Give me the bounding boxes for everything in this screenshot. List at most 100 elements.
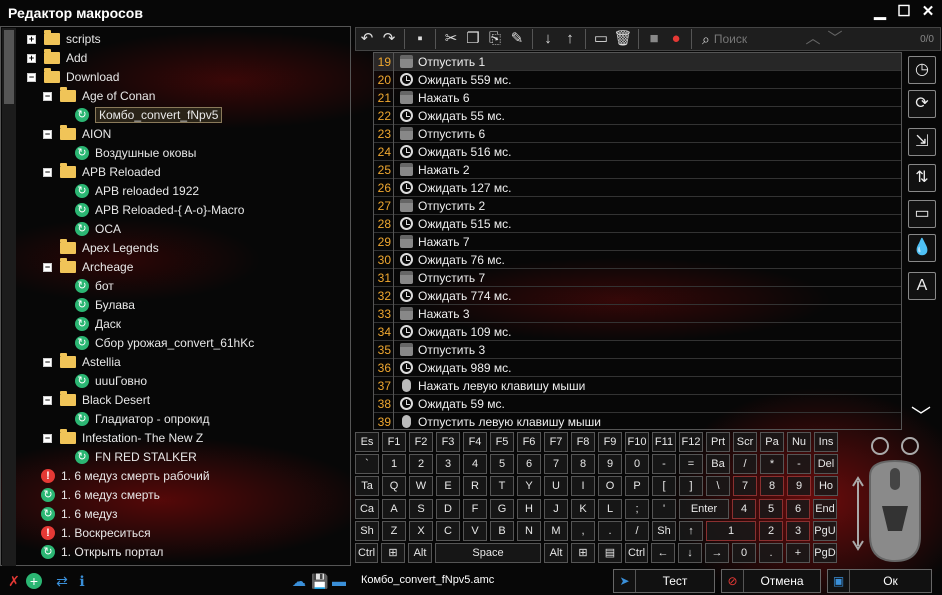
repeat-icon[interactable]: ⇅ [908,164,936,192]
step-row[interactable]: 29 Нажать 7 [374,232,901,251]
search-prev-icon[interactable]: ︿ [802,29,824,49]
key[interactable]: Alt [408,543,432,563]
step-row[interactable]: 38 Ожидать 59 мс. [374,394,901,413]
move-up-icon[interactable]: ↑ [559,29,581,49]
key[interactable]: F2 [409,432,433,452]
paste-icon[interactable]: ⎘ [484,29,506,49]
tree-folder[interactable]: − Black Desert [43,391,150,409]
tree-folder[interactable]: − Age of Conan [43,87,155,105]
key[interactable]: R [463,476,487,496]
key[interactable]: Ca [355,499,379,519]
expand-toggle-icon[interactable]: − [43,167,52,177]
tree-macro[interactable]: ↻ FN RED STALKER [75,448,197,466]
tree-folder[interactable]: − APB Reloaded [43,163,161,181]
key[interactable]: Ta [355,476,379,496]
tree-folder[interactable]: − Astellia [43,353,121,371]
key[interactable]: Del [814,454,838,474]
expand-toggle-icon[interactable]: − [43,262,52,272]
key[interactable]: F3 [436,432,460,452]
key[interactable]: Es [355,432,379,452]
key[interactable]: ⊞ [571,543,595,563]
delete-icon[interactable]: ✗ [6,573,22,589]
key[interactable]: X [409,521,433,541]
key[interactable]: ↓ [678,543,702,563]
key[interactable]: ] [679,476,703,496]
insert-icon[interactable]: ⇲ [908,128,936,156]
key[interactable]: O [598,476,622,496]
tree-macro[interactable]: ! 1. Воскреситься [41,524,151,542]
key[interactable]: . [759,543,783,563]
add-delay-icon[interactable]: ◷ [908,56,936,84]
tree-folder[interactable]: − Download [27,68,119,86]
key[interactable]: Nu [787,432,811,452]
key[interactable]: C [436,521,460,541]
key[interactable]: 7 [733,476,757,496]
expand-toggle-icon[interactable]: − [43,91,52,101]
tree-macro[interactable]: ↻ OCA [75,220,121,238]
step-row[interactable]: 37 Нажать левую клавишу мыши [374,376,901,395]
key[interactable]: P [625,476,649,496]
key[interactable]: F9 [598,432,622,452]
key[interactable]: Prt [706,432,730,452]
step-row[interactable]: 26 Ожидать 127 мс. [374,178,901,197]
step-row[interactable]: 35 Отпустить 3 [374,340,901,359]
search-input[interactable]: Поиск [714,32,747,46]
tree-folder[interactable]: − Infestation- The New Z [43,429,203,447]
tree-folder[interactable]: + Add [27,49,87,67]
key[interactable]: ↑ [679,521,703,541]
key[interactable]: K [571,499,595,519]
save-file-icon[interactable]: ▪ [409,29,431,49]
tree-macro[interactable]: ↻ Воздушные оковы [75,144,196,162]
step-row[interactable]: 24 Ожидать 516 мс. [374,142,901,161]
key[interactable]: Alt [544,543,568,563]
tree-macro[interactable]: ↻ 1. Открыть портал [41,543,163,561]
key[interactable]: Space [435,543,541,563]
key[interactable]: 2 [759,521,783,541]
key[interactable]: 9 [598,454,622,474]
key[interactable]: F4 [463,432,487,452]
step-row[interactable]: 22 Ожидать 55 мс. [374,106,901,125]
step-row[interactable]: 33 Нажать 3 [374,304,901,323]
key[interactable]: Sh [355,521,379,541]
key[interactable]: M [544,521,568,541]
translate-icon[interactable]: A [908,272,936,300]
edit-icon[interactable]: ✎ [506,29,528,49]
key[interactable]: 4 [732,499,756,519]
key[interactable]: F5 [490,432,514,452]
key[interactable]: 2 [409,454,433,474]
key[interactable]: B [490,521,514,541]
tree-macro[interactable]: ↻ Даск [75,315,121,333]
tree-macro[interactable]: ↻ uuuГовно [75,372,147,390]
key[interactable]: Enter [679,499,729,519]
key[interactable]: T [490,476,514,496]
expand-toggle-icon[interactable]: − [43,395,52,405]
key[interactable]: V [463,521,487,541]
key[interactable]: E [436,476,460,496]
key[interactable]: Scr [733,432,757,452]
comment-icon[interactable]: ▭ [908,200,936,228]
minimize-icon[interactable]: ▁ [872,3,888,21]
key[interactable]: \ [706,476,730,496]
tree-macro[interactable]: ↻ Сбор урожая_convert_61hKc [75,334,254,352]
tree-scroll-thumb[interactable] [4,30,14,104]
key[interactable]: ← [651,543,675,563]
tree-macro[interactable]: ↻ Комбо_convert_fNpv5 [75,106,223,124]
tree-folder[interactable]: − AION [43,125,111,143]
key[interactable]: 9 [787,476,811,496]
key[interactable]: ; [625,499,649,519]
key[interactable]: Ba [706,454,730,474]
record-icon[interactable]: ● [665,29,687,49]
key[interactable]: PgD [813,543,837,563]
key[interactable]: H [517,499,541,519]
remove-icon[interactable]: ▭ [590,29,612,49]
key[interactable]: G [490,499,514,519]
key[interactable]: Ho [814,476,838,496]
step-row[interactable]: 21 Нажать 6 [374,88,901,107]
search-box[interactable]: ⌕ Поиск [702,31,802,48]
key[interactable]: ` [355,454,379,474]
key[interactable]: J [544,499,568,519]
key[interactable]: A [382,499,406,519]
tree-macro[interactable]: ↻ APB Reloaded-{ A-o}-Macro [75,201,244,219]
key[interactable]: * [760,454,784,474]
step-row[interactable]: 30 Ожидать 76 мс. [374,250,901,269]
